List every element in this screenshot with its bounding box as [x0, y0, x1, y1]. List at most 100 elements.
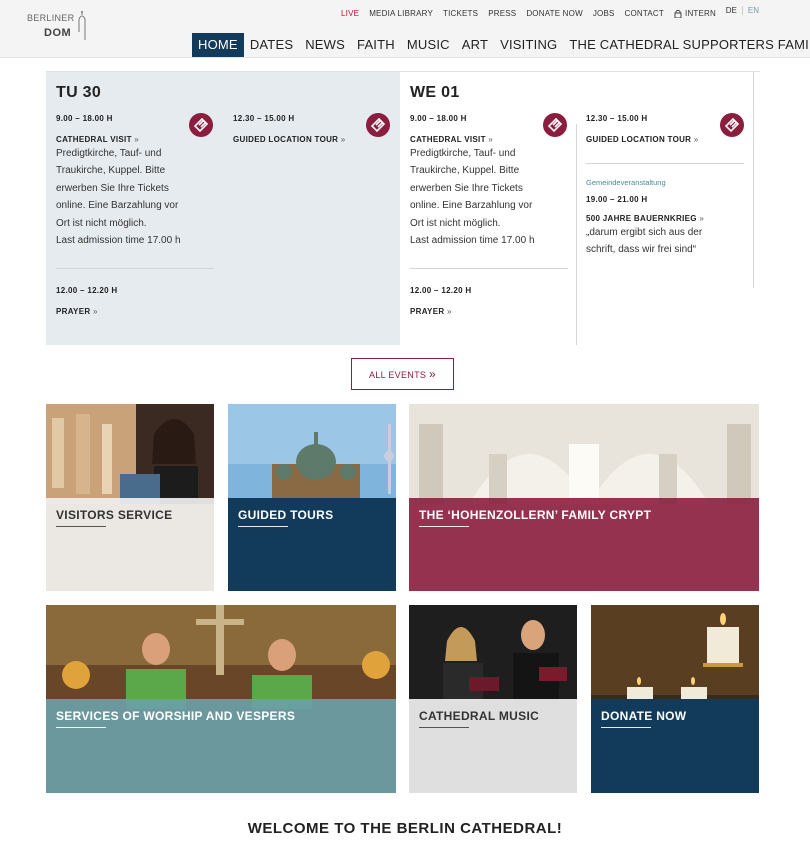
top-link-donate-now[interactable]: DONATE NOW — [526, 9, 583, 18]
event-category: Gemeindeveranstaltung — [586, 178, 666, 187]
desc-line: Traukirche, Kuppel. Bitte — [56, 165, 166, 177]
double-chevron-right-icon: » — [429, 367, 436, 381]
ticket-button[interactable] — [720, 113, 744, 137]
event-column: 9.00 – 18.00 H CATHEDRAL VISIT » Predigt… — [56, 114, 216, 249]
event-title: CATHEDRAL VISIT — [410, 135, 486, 144]
top-link-jobs[interactable]: JOBS — [593, 9, 615, 18]
nav-cathedral-supporters-family[interactable]: THE CATHEDRAL SUPPORTERS FAMILY — [563, 33, 810, 57]
tile-services-of-worship[interactable]: SERVICES OF WORSHIP AND VESPERS — [46, 605, 396, 793]
event-title-link[interactable]: GUIDED LOCATION TOUR » — [233, 135, 393, 144]
logo-line-2: DOM — [44, 27, 72, 39]
event-title: PRAYER — [410, 307, 445, 316]
desc-line: Traukirche, Kuppel. Bitte — [410, 165, 520, 177]
intern-label: INTERN — [685, 8, 716, 18]
column-divider — [753, 72, 754, 288]
event-description: Predigtkirche, Tauf- und Traukirche, Kup… — [56, 145, 216, 249]
tile-cathedral-music[interactable]: CATHEDRAL MUSIC — [409, 605, 577, 793]
day-column-2: WE 01 9.00 – 18.00 H CATHEDRAL VISIT » P… — [400, 72, 760, 345]
nav-dates[interactable]: DATES — [244, 33, 299, 57]
event-time: 19.00 – 21.00 H — [586, 195, 648, 204]
column-divider — [576, 124, 577, 345]
tile-guided-tours[interactable]: GUIDED TOURS — [228, 404, 396, 591]
event-title: GUIDED LOCATION TOUR — [233, 135, 339, 144]
tile-label: THE ‘HOHENZOLLERN’ FAMILY CRYPT — [419, 508, 652, 522]
ticket-button[interactable] — [366, 113, 390, 137]
day-column-1: TU 30 9.00 – 18.00 H CATHEDRAL VISIT » P… — [46, 72, 400, 345]
all-events-label: ALL EVENTS — [369, 370, 427, 380]
event-title-link[interactable]: CATHEDRAL VISIT » — [410, 135, 570, 144]
event-title-link[interactable]: PRAYER » — [56, 307, 216, 316]
nav-visiting[interactable]: VISITING — [494, 33, 563, 57]
chevron-right-icon: » — [488, 135, 494, 144]
chevron-right-icon: » — [699, 214, 705, 223]
event-title: 500 JAHRE BAUERNKRIEG — [586, 214, 697, 223]
tile-underline — [419, 526, 469, 527]
chevron-right-icon: » — [134, 135, 140, 144]
ticket-icon — [547, 117, 563, 133]
cathedral-dome-icon — [78, 11, 86, 40]
ticket-button[interactable] — [543, 113, 567, 137]
tile-overlay: DONATE NOW — [591, 699, 759, 793]
tile-hohenzollern-crypt[interactable]: THE ‘HOHENZOLLERN’ FAMILY CRYPT — [409, 404, 759, 591]
event-time: 12.00 – 12.20 H — [56, 286, 118, 295]
tile-label: SERVICES OF WORSHIP AND VESPERS — [56, 709, 296, 723]
desc-line: Predigtkirche, Tauf- und — [56, 148, 162, 159]
event-title-link[interactable]: PRAYER » — [410, 307, 570, 316]
event-column: 9.00 – 18.00 H CATHEDRAL VISIT » Predigt… — [410, 114, 570, 249]
event-title-link[interactable]: 500 JAHRE BAUERNKRIEG » — [586, 214, 754, 223]
event-description: Predigtkirche, Tauf- und Traukirche, Kup… — [410, 145, 570, 249]
tile-visitors-service[interactable]: VISITORS SERVICE — [46, 404, 214, 591]
ticket-icon — [370, 117, 386, 133]
top-link-contact[interactable]: CONTACT — [625, 9, 664, 18]
nav-music[interactable]: MUSIC — [401, 33, 456, 57]
top-link-press[interactable]: PRESS — [488, 9, 516, 18]
nav-news[interactable]: NEWS — [299, 33, 351, 57]
nav-faith[interactable]: FAITH — [351, 33, 401, 57]
tile-underline — [419, 727, 469, 728]
desc-line: online. Eine Barzahlung vor — [410, 200, 533, 212]
top-navigation: LIVE MEDIA LIBRARY TICKETS PRESS DONATE … — [331, 7, 760, 19]
tile-donate-now[interactable]: DONATE NOW — [591, 605, 759, 793]
nav-home[interactable]: HOME — [192, 33, 244, 57]
desc-line: Ort ist nicht möglich. — [410, 217, 501, 229]
berliner-dom-logo[interactable]: BERLINER DOM — [27, 10, 89, 44]
desc-line: Predigtkirche, Tauf- und — [410, 148, 516, 159]
event-column: Gemeindeveranstaltung 19.00 – 21.00 H 50… — [586, 178, 754, 259]
tile-label: CATHEDRAL MUSIC — [419, 709, 540, 723]
ticket-button[interactable] — [189, 113, 213, 137]
tile-underline — [56, 727, 106, 728]
tile-underline — [238, 526, 288, 527]
event-title-link[interactable]: CATHEDRAL VISIT » — [56, 135, 216, 144]
top-link-tickets[interactable]: TICKETS — [443, 9, 478, 18]
chevron-right-icon: » — [693, 135, 699, 144]
events-calendar: TU 30 9.00 – 18.00 H CATHEDRAL VISIT » P… — [46, 71, 760, 345]
desc-line: erwerben Sie Ihre Tickets — [56, 182, 169, 194]
language-en[interactable]: EN — [743, 6, 759, 15]
tile-underline — [601, 727, 651, 728]
welcome-heading: WELCOME TO THE BERLIN CATHEDRAL! — [247, 820, 563, 837]
event-time: 12.00 – 12.20 H — [410, 286, 472, 295]
chevron-right-icon: » — [340, 135, 346, 144]
ticket-icon — [724, 117, 740, 133]
tile-label: GUIDED TOURS — [238, 508, 334, 522]
desc-line: online. Eine Barzahlung vor — [56, 200, 179, 212]
tile-overlay: SERVICES OF WORSHIP AND VESPERS — [46, 699, 396, 793]
tile-overlay: CATHEDRAL MUSIC — [409, 699, 577, 793]
logo-line-1: BERLINER — [27, 13, 75, 23]
event-title: CATHEDRAL VISIT — [56, 135, 132, 144]
event-title-link[interactable]: GUIDED LOCATION TOUR » — [586, 135, 746, 144]
tile-underline — [56, 526, 106, 527]
top-link-media-library[interactable]: MEDIA LIBRARY — [369, 9, 433, 18]
top-link-intern[interactable]: INTERN — [674, 9, 716, 18]
top-link-live[interactable]: LIVE — [341, 9, 359, 18]
site-header: BERLINER DOM LIVE MEDIA LIBRARY TICKETS … — [0, 0, 810, 58]
tile-label: VISITORS SERVICE — [56, 508, 173, 522]
desc-line: Last admission time 17.00 h — [410, 235, 535, 247]
lock-icon — [674, 9, 682, 18]
language-de[interactable]: DE — [726, 6, 743, 15]
desc-line: „darum ergibt sich aus der — [586, 227, 703, 238]
main-navigation: HOME DATES NEWS FAITH MUSIC ART VISITING… — [192, 33, 810, 57]
nav-art[interactable]: ART — [456, 33, 494, 57]
desc-line: erwerben Sie Ihre Tickets — [410, 182, 523, 194]
all-events-button[interactable]: ALL EVENTS » — [351, 358, 454, 390]
